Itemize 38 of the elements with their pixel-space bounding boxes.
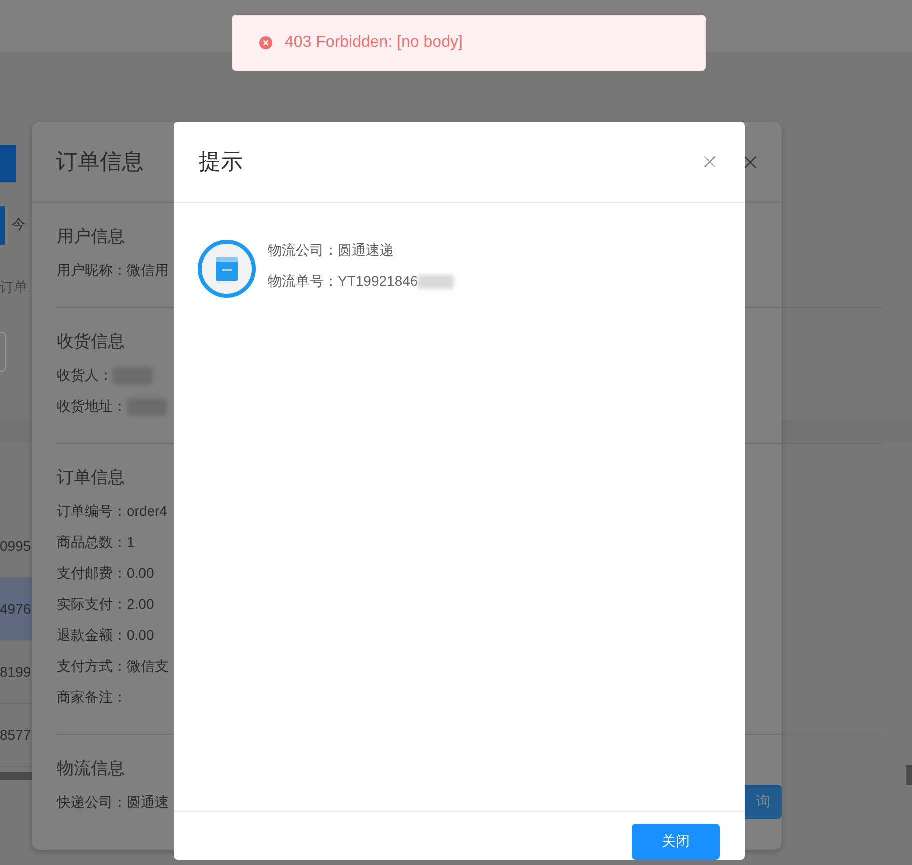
tab-indicator (0, 206, 5, 245)
scrollbar[interactable] (906, 765, 912, 785)
field-value: 0.00 (127, 565, 154, 581)
field-value: 2.00 (127, 596, 154, 612)
error-message: 403 Forbidden: [no body] (285, 34, 463, 52)
field-label: 快递公司： (57, 794, 127, 812)
field-label: 退款金额： (57, 627, 127, 645)
field-label: 支付邮费： (57, 565, 127, 583)
close-icon[interactable] (743, 154, 758, 170)
field-value: 0.00 (127, 627, 154, 643)
field-label: 商家备注： (57, 689, 127, 707)
box-icon (198, 240, 256, 298)
close-button[interactable]: 关闭 (632, 824, 720, 860)
field-label: 实际支付： (57, 596, 127, 614)
dialog-title: 订单信息 (56, 148, 144, 176)
field-value: 微信支 (127, 658, 169, 676)
field-label: 订单编号： (57, 503, 127, 521)
field-label: 物流公司： (268, 242, 338, 260)
query-button[interactable]: 询 (745, 785, 782, 819)
field-value: 微信用 (127, 262, 169, 280)
section-heading: 物流信息 (57, 758, 126, 780)
section-heading: 收货信息 (57, 331, 126, 353)
field-label: 商品总数： (57, 534, 127, 552)
section-heading: 订单信息 (57, 467, 126, 489)
field-label: 用户昵称： (57, 262, 127, 280)
field-value: YT19921846 (338, 273, 418, 291)
field-value: 圆通速 (127, 794, 169, 812)
field-label: 支付方式： (57, 658, 127, 676)
field-value: 1 (127, 534, 135, 550)
field-value: order4 (127, 503, 168, 519)
field-label: 物流单号： (268, 273, 338, 291)
field-label: 收货地址： (57, 398, 127, 416)
tab[interactable]: 今 (12, 216, 26, 234)
field-value: 圆通速递 (338, 242, 394, 260)
dialog-title: 提示 (199, 148, 243, 176)
section-heading: 用户信息 (57, 226, 126, 248)
error-icon (259, 36, 273, 50)
field-label: 收货人： (57, 367, 113, 385)
